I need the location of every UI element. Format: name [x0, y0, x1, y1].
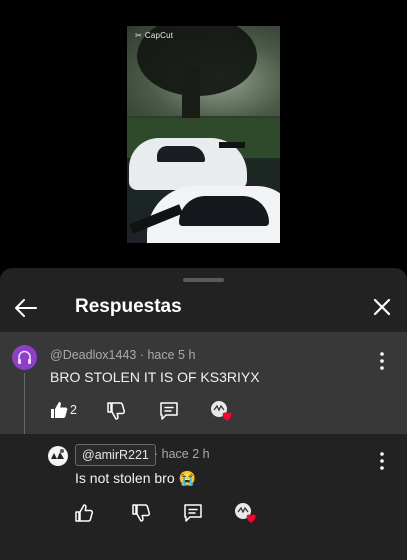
- reply-avatar-image-icon: [51, 449, 64, 459]
- avatar-headphones-icon: [18, 350, 31, 364]
- capcut-watermark: ✂ CapCut: [135, 31, 173, 40]
- thumb-up-icon: [75, 504, 94, 522]
- reply-menu-button[interactable]: [374, 449, 390, 473]
- comment-meta: @Deadlox1443 · hace 5 h: [50, 348, 195, 362]
- video-player[interactable]: ✂ CapCut: [0, 0, 407, 268]
- capcut-logo-icon: ✂: [135, 31, 142, 40]
- thumb-down-icon: [107, 402, 126, 420]
- video-car-front-window: [179, 196, 269, 226]
- creator-heart-icon: [211, 401, 232, 421]
- reply-comment: @amirR221 · hace 2 h Is not stolen bro 😭: [0, 434, 407, 560]
- video-car-wing: [219, 142, 245, 148]
- comment-text: BRO STOLEN IT IS OF KS3RIYX: [50, 369, 260, 385]
- avatar[interactable]: [12, 345, 37, 370]
- video-car-window: [157, 146, 205, 162]
- parent-comment: @Deadlox1443 · hace 5 h BRO STOLEN IT IS…: [0, 333, 407, 468]
- reply-button[interactable]: [158, 400, 180, 422]
- reply-dislike-button[interactable]: [130, 502, 152, 524]
- more-vert-icon: [380, 352, 384, 370]
- like-button[interactable]: [48, 399, 70, 421]
- reply-icon: [184, 504, 202, 522]
- back-button[interactable]: [12, 294, 40, 322]
- creator-heart-badge: [210, 400, 232, 422]
- comment-menu-button[interactable]: [374, 349, 390, 373]
- reply-like-button[interactable]: [73, 502, 95, 524]
- watermark-text: CapCut: [144, 31, 174, 40]
- close-button[interactable]: [369, 294, 395, 320]
- replies-sheet: Respuestas @Deadlox1443 · hace 5 h BRO S…: [0, 268, 407, 560]
- like-count: 2: [70, 403, 77, 417]
- reply-icon: [160, 402, 178, 420]
- dislike-button[interactable]: [105, 400, 127, 422]
- comment-author[interactable]: @Deadlox1443: [50, 348, 136, 362]
- drag-handle[interactable]: [183, 278, 224, 282]
- more-vert-icon: [380, 452, 384, 470]
- reply-author-mention[interactable]: @amirR221: [75, 444, 156, 466]
- reply-avatar[interactable]: [48, 446, 68, 466]
- thumb-down-icon: [132, 504, 151, 522]
- thumb-up-icon: [51, 402, 68, 418]
- reply-creator-heart-badge: [234, 502, 256, 524]
- close-icon: [373, 298, 391, 316]
- reply-reply-button[interactable]: [182, 502, 204, 524]
- back-arrow-icon: [15, 299, 37, 317]
- comment-time: · hace 5 h: [139, 348, 196, 362]
- reply-time: · hace 2 h: [154, 447, 210, 461]
- sheet-title: Respuestas: [75, 296, 182, 317]
- reply-text: Is not stolen bro 😭: [75, 470, 196, 486]
- video-thumbnail[interactable]: ✂ CapCut: [127, 26, 280, 243]
- sheet-header: Respuestas: [0, 284, 407, 332]
- creator-heart-icon: [235, 503, 256, 523]
